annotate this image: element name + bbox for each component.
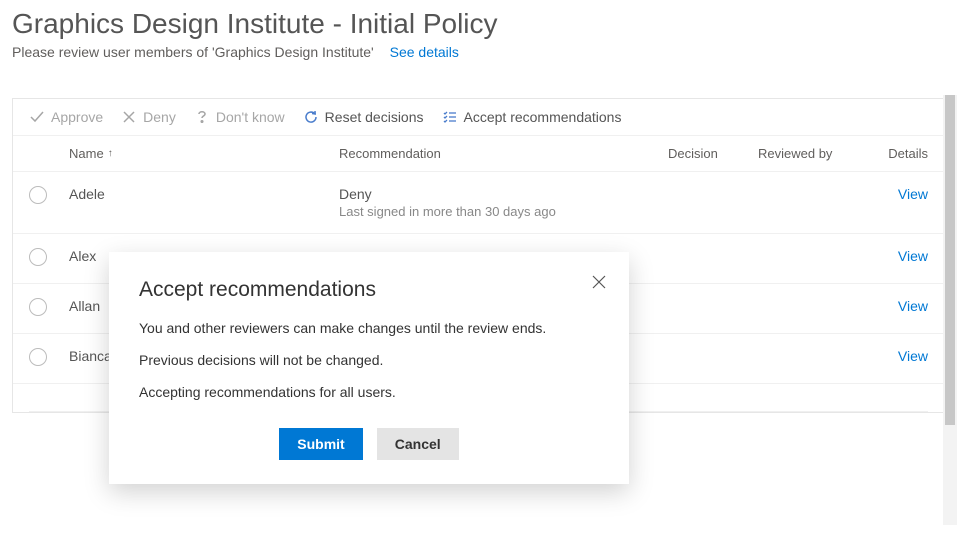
column-decision[interactable]: Decision (668, 146, 758, 161)
cancel-button[interactable]: Cancel (377, 428, 459, 460)
scrollbar-thumb[interactable] (945, 95, 955, 425)
column-reviewed-by[interactable]: Reviewed by (758, 146, 868, 161)
check-icon (29, 109, 45, 125)
view-link[interactable]: View (898, 186, 928, 202)
column-name-label: Name (69, 146, 104, 161)
row-recommendation: Deny Last signed in more than 30 days ago (339, 186, 668, 219)
dont-know-button[interactable]: Don't know (194, 109, 285, 125)
view-link[interactable]: View (898, 298, 928, 314)
reset-decisions-button[interactable]: Reset decisions (303, 109, 424, 125)
modal-body: You and other reviewers can make changes… (139, 320, 599, 400)
accept-recommendations-button[interactable]: Accept recommendations (442, 109, 622, 125)
x-icon (121, 109, 137, 125)
modal-footer: Submit Cancel (139, 428, 599, 460)
row-select-radio[interactable] (29, 186, 47, 204)
column-name[interactable]: Name ↑ (69, 146, 339, 161)
column-recommendation[interactable]: Recommendation (339, 146, 668, 161)
close-icon[interactable] (591, 274, 607, 290)
table-header: Name ↑ Recommendation Decision Reviewed … (13, 136, 944, 172)
reset-decisions-label: Reset decisions (325, 109, 424, 125)
question-icon (194, 109, 210, 125)
approve-button[interactable]: Approve (29, 109, 103, 125)
row-select-radio[interactable] (29, 298, 47, 316)
accept-recommendations-modal: Accept recommendations You and other rev… (109, 252, 629, 484)
row-select-radio[interactable] (29, 248, 47, 266)
page-subtitle-row: Please review user members of 'Graphics … (0, 40, 957, 78)
view-link[interactable]: View (898, 248, 928, 264)
refresh-icon (303, 109, 319, 125)
approve-label: Approve (51, 109, 103, 125)
accept-recommendations-label: Accept recommendations (464, 109, 622, 125)
deny-label: Deny (143, 109, 176, 125)
view-link[interactable]: View (898, 348, 928, 364)
dont-know-label: Don't know (216, 109, 285, 125)
row-recommendation-value: Deny (339, 186, 668, 202)
column-details: Details (868, 146, 928, 161)
checklist-icon (442, 109, 458, 125)
modal-line2: Previous decisions will not be changed. (139, 352, 599, 368)
modal-line1: You and other reviewers can make changes… (139, 320, 599, 336)
modal-line3: Accepting recommendations for all users. (139, 384, 599, 400)
modal-title: Accept recommendations (139, 278, 599, 302)
see-details-link[interactable]: See details (390, 44, 459, 60)
sort-ascending-icon: ↑ (108, 148, 113, 159)
row-name: Adele (69, 186, 339, 202)
page-subtitle: Please review user members of 'Graphics … (12, 44, 374, 60)
table-row: AdeleDeny Last signed in more than 30 day… (13, 172, 944, 234)
page-title: Graphics Design Institute - Initial Poli… (0, 0, 957, 40)
deny-button[interactable]: Deny (121, 109, 176, 125)
toolbar: Approve Deny Don't know Reset decisions … (13, 99, 944, 136)
row-select-radio[interactable] (29, 348, 47, 366)
submit-button[interactable]: Submit (279, 428, 362, 460)
scrollbar[interactable] (943, 95, 957, 525)
row-recommendation-sub: Last signed in more than 30 days ago (339, 204, 668, 219)
